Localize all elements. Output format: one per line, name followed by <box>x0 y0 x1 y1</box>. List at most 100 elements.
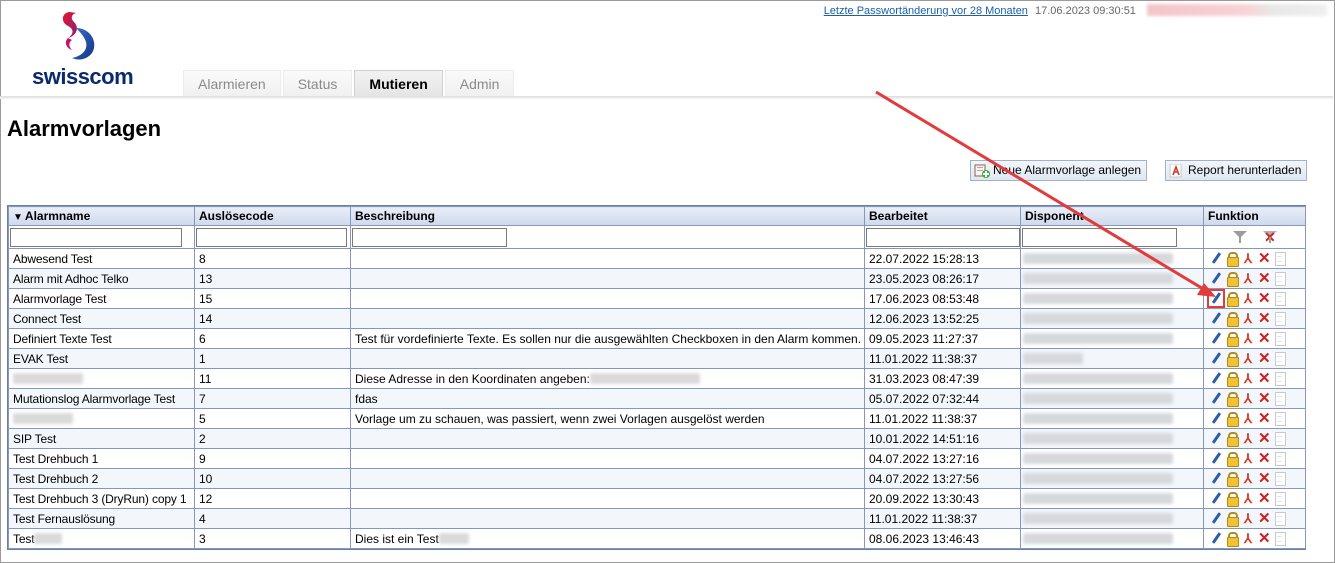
edit-icon[interactable] <box>1210 432 1222 445</box>
lock-icon[interactable] <box>1226 472 1239 487</box>
lock-icon[interactable] <box>1226 352 1239 367</box>
filter-alarmname-input[interactable] <box>10 227 182 247</box>
table-row[interactable]: Test Drehbuch 3 (DryRun) copy 1 12 20.09.2… <box>8 488 1306 509</box>
tab-admin[interactable]: Admin <box>444 70 515 97</box>
filter-bearbeitet-input[interactable] <box>866 227 1020 247</box>
lock-icon[interactable] <box>1226 392 1239 407</box>
copy-icon[interactable] <box>1274 292 1286 306</box>
pdf-report-icon[interactable]: ⅄ <box>1242 272 1254 285</box>
pdf-report-icon[interactable]: ⅄ <box>1242 512 1254 525</box>
password-change-link[interactable]: Letzte Passwortänderung vor 28 Monaten <box>824 5 1028 17</box>
pdf-report-icon[interactable]: ⅄ <box>1242 292 1254 305</box>
lock-icon[interactable] <box>1226 252 1239 267</box>
filter-disponent-input[interactable] <box>1022 227 1177 247</box>
pdf-report-icon[interactable]: ⅄ <box>1242 252 1254 265</box>
table-row[interactable]: Test Drehbuch 1 9 04.07.2022 13:27:16 ⅄ ✕ <box>8 448 1306 469</box>
copy-icon[interactable] <box>1274 532 1286 546</box>
table-row[interactable]: 5 Vorlage um zu schauen, was passiert, we… <box>8 408 1306 429</box>
lock-icon[interactable] <box>1226 512 1239 527</box>
delete-icon[interactable]: ✕ <box>1258 511 1271 526</box>
lock-icon[interactable] <box>1226 372 1239 387</box>
lock-icon[interactable] <box>1226 312 1239 327</box>
pdf-report-icon[interactable]: ⅄ <box>1242 392 1254 405</box>
tab-alarmieren[interactable]: Alarmieren <box>183 70 281 97</box>
delete-icon[interactable]: ✕ <box>1258 451 1271 466</box>
table-row[interactable]: Connect Test 14 12.06.2023 13:52:25 ⅄ ✕ <box>8 308 1306 329</box>
pdf-report-icon[interactable]: ⅄ <box>1242 332 1254 345</box>
copy-icon[interactable] <box>1274 432 1286 446</box>
lock-icon[interactable] <box>1226 432 1239 447</box>
delete-icon[interactable]: ✕ <box>1258 271 1271 286</box>
delete-icon[interactable]: ✕ <box>1258 251 1271 266</box>
edit-icon[interactable] <box>1210 332 1222 345</box>
edit-icon[interactable] <box>1210 412 1222 425</box>
column-header-bearbeitet[interactable]: Bearbeitet <box>864 206 1021 226</box>
copy-icon[interactable] <box>1274 472 1286 486</box>
copy-icon[interactable] <box>1274 492 1286 506</box>
edit-icon[interactable] <box>1210 492 1222 505</box>
edit-icon[interactable] <box>1210 272 1222 285</box>
delete-icon[interactable]: ✕ <box>1258 431 1271 446</box>
table-row[interactable]: Definiert Texte Test 6 Test für vordefinie… <box>8 328 1306 349</box>
copy-icon[interactable] <box>1274 332 1286 346</box>
table-row[interactable]: Abwesend Test 8 22.07.2022 15:28:13 ⅄ ✕ <box>8 248 1306 269</box>
delete-icon[interactable]: ✕ <box>1258 371 1271 386</box>
edit-icon[interactable] <box>1210 312 1222 325</box>
new-template-button[interactable]: Neue Alarmvorlage anlegen <box>970 160 1148 181</box>
edit-icon[interactable] <box>1210 452 1222 465</box>
column-header-disponent[interactable]: Disponent <box>1020 206 1204 226</box>
pdf-report-icon[interactable]: ⅄ <box>1242 472 1254 485</box>
copy-icon[interactable] <box>1274 252 1286 266</box>
delete-icon[interactable]: ✕ <box>1258 471 1271 486</box>
edit-icon[interactable] <box>1210 372 1222 385</box>
table-row[interactable]: Mutationslog Alarmvorlage Test 7 fdas 05.07… <box>8 388 1306 409</box>
clear-filter-icon[interactable]: ✕ <box>1263 230 1277 244</box>
copy-icon[interactable] <box>1274 392 1286 406</box>
edit-icon[interactable] <box>1210 512 1222 525</box>
edit-icon[interactable] <box>1210 392 1222 405</box>
lock-icon[interactable] <box>1226 412 1239 427</box>
edit-icon[interactable] <box>1210 532 1222 545</box>
pdf-report-icon[interactable]: ⅄ <box>1242 492 1254 505</box>
tab-mutieren[interactable]: Mutieren <box>354 70 443 97</box>
column-header-ausloesecode[interactable]: Auslösecode <box>194 206 351 226</box>
filter-beschreibung-input[interactable] <box>352 227 507 247</box>
column-header-alarmname[interactable]: ▼ Alarmname <box>8 206 195 226</box>
pdf-report-icon[interactable]: ⅄ <box>1242 372 1254 385</box>
delete-icon[interactable]: ✕ <box>1258 291 1271 306</box>
copy-icon[interactable] <box>1274 372 1286 386</box>
delete-icon[interactable]: ✕ <box>1258 331 1271 346</box>
copy-icon[interactable] <box>1274 452 1286 466</box>
edit-icon[interactable] <box>1210 252 1222 265</box>
delete-icon[interactable]: ✕ <box>1258 311 1271 326</box>
lock-icon[interactable] <box>1226 492 1239 507</box>
delete-icon[interactable]: ✕ <box>1258 411 1271 426</box>
pdf-report-icon[interactable]: ⅄ <box>1242 312 1254 325</box>
copy-icon[interactable] <box>1274 312 1286 326</box>
table-row[interactable]: EVAK Test 1 11.01.2022 11:38:37 ⅄ ✕ <box>8 348 1306 369</box>
pdf-report-icon[interactable]: ⅄ <box>1242 452 1254 465</box>
lock-icon[interactable] <box>1226 292 1239 307</box>
delete-icon[interactable]: ✕ <box>1258 391 1271 406</box>
apply-filter-icon[interactable] <box>1233 230 1247 244</box>
table-row[interactable]: Test Fernauslösung 4 11.01.2022 11:38:37 ⅄ ✕ <box>8 508 1306 529</box>
pdf-report-icon[interactable]: ⅄ <box>1242 532 1254 545</box>
edit-icon[interactable] <box>1210 352 1222 365</box>
table-row[interactable]: SIP Test 2 10.01.2022 14:51:16 ⅄ ✕ <box>8 428 1306 449</box>
column-header-beschreibung[interactable]: Beschreibung <box>350 206 865 226</box>
tab-status[interactable]: Status <box>282 70 353 97</box>
table-row[interactable]: Test Drehbuch 2 10 04.07.2022 13:27:56 ⅄ ✕ <box>8 468 1306 489</box>
lock-icon[interactable] <box>1226 332 1239 347</box>
pdf-report-icon[interactable]: ⅄ <box>1242 432 1254 445</box>
table-row[interactable]: Test 3 Dies ist ein Test 08.06.2023 13:46:4… <box>8 528 1306 549</box>
swisscom-logo[interactable]: swisscom <box>32 8 142 89</box>
copy-icon[interactable] <box>1274 272 1286 286</box>
copy-icon[interactable] <box>1274 412 1286 426</box>
lock-icon[interactable] <box>1226 272 1239 287</box>
table-row[interactable]: Alarmvorlage Test 15 17.06.2023 08:53:48 ⅄ ✕ <box>8 288 1306 309</box>
delete-icon[interactable]: ✕ <box>1258 351 1271 366</box>
copy-icon[interactable] <box>1274 512 1286 526</box>
pdf-report-icon[interactable]: ⅄ <box>1242 412 1254 425</box>
copy-icon[interactable] <box>1274 352 1286 366</box>
table-row[interactable]: Alarm mit Adhoc Telko 13 23.05.2023 08:26:… <box>8 268 1306 289</box>
